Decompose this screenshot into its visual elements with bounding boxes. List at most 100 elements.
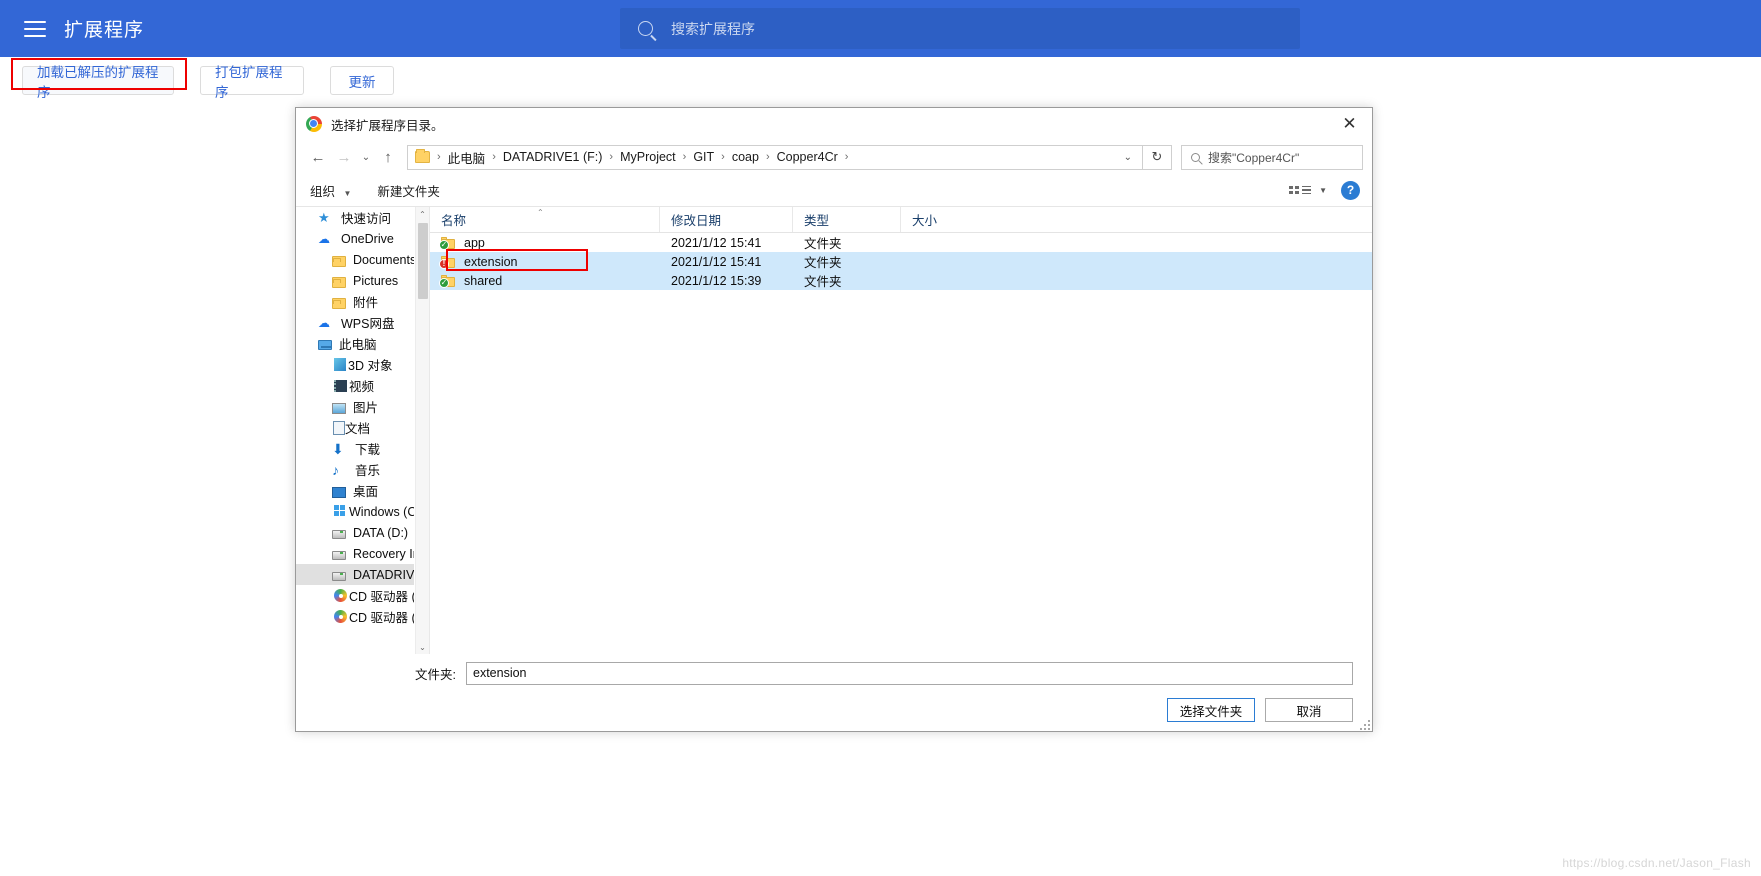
tree-item-label: WPS网盘: [341, 317, 395, 331]
tree-item-1[interactable]: ☁ OneDrive: [296, 228, 414, 249]
folder-icon: [332, 276, 346, 288]
dialog-navigation-bar: ← → ⌄ ↑ › 此电脑 › DATADRIVE1 (F:) › MyProj…: [296, 140, 1372, 174]
cd-drive-icon: [334, 589, 347, 602]
breadcrumb-separator: ›: [682, 151, 687, 163]
grid-glyph: [1289, 186, 1300, 194]
up-icon[interactable]: ↑: [375, 144, 401, 170]
table-row[interactable]: ✓ app 2021/1/12 15:41 文件夹: [430, 233, 1372, 252]
tree-item-18[interactable]: CD 驱动器 (H:): [296, 585, 414, 606]
breadcrumb-item-2[interactable]: MyProject: [620, 150, 676, 164]
breadcrumb-item-5[interactable]: Copper4Cr: [777, 150, 838, 164]
pack-extension-button[interactable]: 打包扩展程序: [200, 65, 304, 100]
tree-item-15[interactable]: DATA (D:): [296, 522, 414, 543]
tree-item-17[interactable]: DATADRIVE1 (: [296, 564, 414, 585]
breadcrumb-item-1[interactable]: DATADRIVE1 (F:): [503, 150, 603, 164]
cd-drive-icon: [334, 610, 347, 623]
tree-item-label: 附件: [353, 296, 379, 310]
dialog-search-input[interactable]: 搜索"Copper4Cr": [1181, 144, 1363, 170]
breadcrumb-item-3[interactable]: GIT: [693, 150, 714, 164]
table-row[interactable]: ✓ shared 2021/1/12 15:39 文件夹: [430, 271, 1372, 290]
tree-item-13[interactable]: 桌面: [296, 480, 414, 501]
tree-item-19[interactable]: CD 驱动器 (I:) U: [296, 606, 414, 627]
scroll-up-icon[interactable]: ⌃: [416, 207, 429, 221]
tree-item-10[interactable]: 文档: [296, 417, 414, 438]
document-icon: [333, 421, 345, 435]
folder-icon: ✓: [439, 274, 456, 288]
tree-scrollbar[interactable]: ⌃ ⌄: [415, 207, 429, 654]
table-row[interactable]: ! extension 2021/1/12 15:41 文件夹: [430, 252, 1372, 271]
cell-modified: 2021/1/12 15:41: [671, 235, 762, 250]
dialog-command-bar: 组织 ▼ 新建文件夹 ▼ ?: [296, 174, 1372, 206]
load-unpacked-button[interactable]: 加载已解压的扩展程序: [22, 65, 174, 100]
tree-item-11[interactable]: ⬇ 下载: [296, 438, 414, 459]
forward-icon[interactable]: →: [331, 144, 357, 170]
dialog-search-placeholder: 搜索"Copper4Cr": [1208, 150, 1300, 165]
breadcrumb-item-0[interactable]: 此电脑: [448, 148, 486, 167]
filename-input[interactable]: [466, 661, 1353, 685]
cell-modified: 2021/1/12 15:39: [671, 273, 762, 288]
scroll-down-icon[interactable]: ⌄: [416, 640, 429, 654]
tree-item-8[interactable]: 视频: [296, 375, 414, 396]
folder-icon: [415, 149, 430, 163]
tree-item-label: Recovery Imag: [353, 546, 414, 561]
column-header-name[interactable]: 名称 ⌃: [430, 207, 660, 232]
tree-item-9[interactable]: 图片: [296, 396, 414, 417]
tree-item-5[interactable]: ☁ WPS网盘: [296, 312, 414, 333]
column-header-type[interactable]: 类型: [793, 207, 901, 232]
history-dropdown-icon[interactable]: ⌄: [357, 144, 375, 170]
new-folder-button[interactable]: 新建文件夹: [377, 181, 440, 200]
tree-item-4[interactable]: 附件: [296, 291, 414, 312]
tree-item-3[interactable]: Pictures: [296, 270, 414, 291]
cancel-button[interactable]: 取消: [1265, 698, 1353, 722]
page-title: 扩展程序: [64, 20, 145, 41]
extensions-search-box[interactable]: 搜索扩展程序: [620, 8, 1300, 49]
extensions-header: 扩展程序 搜索扩展程序: [0, 0, 1761, 57]
tree-item-label: OneDrive: [341, 231, 394, 246]
search-icon: [638, 21, 653, 36]
update-button[interactable]: 更新: [330, 66, 394, 95]
tree-item-label: 视频: [349, 380, 375, 394]
tree-item-2[interactable]: Documents: [296, 249, 414, 270]
organize-label: 组织: [310, 184, 336, 199]
back-icon[interactable]: ←: [305, 144, 331, 170]
tree-item-label: 此电脑: [339, 338, 377, 352]
tree-item-label: 桌面: [353, 485, 379, 499]
cell-name: ✓ shared: [430, 274, 660, 288]
select-folder-button[interactable]: 选择文件夹: [1167, 698, 1255, 722]
folder-icon: ✓: [439, 236, 456, 250]
help-icon[interactable]: ?: [1341, 180, 1360, 200]
breadcrumb-item-4[interactable]: coap: [732, 150, 759, 164]
view-options-icon[interactable]: ▼: [1289, 186, 1327, 195]
cell-modified: 2021/1/12 15:41: [671, 254, 762, 269]
tree-item-6[interactable]: 此电脑: [296, 333, 414, 354]
sort-ascending-icon: ⌃: [537, 208, 544, 217]
refresh-icon[interactable]: ↻: [1143, 144, 1172, 170]
picture-icon: [332, 402, 346, 414]
breadcrumb-separator: ›: [765, 151, 770, 163]
command-bar-right: ▼ ?: [1289, 180, 1360, 200]
tree-item-0[interactable]: ★ 快速访问: [296, 207, 414, 228]
tree-item-label: CD 驱动器 (I:) U: [349, 611, 414, 625]
chrome-logo-icon: [306, 116, 322, 132]
resize-grip[interactable]: [1359, 719, 1370, 730]
breadcrumb-bar[interactable]: › 此电脑 › DATADRIVE1 (F:) › MyProject › GI…: [407, 144, 1143, 170]
scrollbar-thumb[interactable]: [418, 223, 428, 299]
close-icon[interactable]: ✕: [1327, 108, 1372, 139]
video-icon: [334, 379, 347, 392]
organize-button[interactable]: 组织 ▼: [310, 181, 351, 200]
tree-item-7[interactable]: 3D 对象: [296, 354, 414, 375]
tree-item-14[interactable]: Windows (C:): [296, 501, 414, 522]
column-header-size[interactable]: 大小: [901, 207, 975, 232]
drive-icon: [332, 530, 346, 539]
drive-icon: [332, 572, 346, 581]
file-name: shared: [464, 273, 503, 288]
music-icon: ♪: [332, 461, 339, 478]
tree-item-16[interactable]: Recovery Imag: [296, 543, 414, 564]
hamburger-icon[interactable]: [24, 20, 46, 37]
tree-item-label: Pictures: [353, 273, 399, 288]
tree-item-12[interactable]: ♪ 音乐: [296, 459, 414, 480]
chevron-down-icon[interactable]: ⌄: [1114, 152, 1142, 163]
column-header-modified[interactable]: 修改日期: [660, 207, 793, 232]
cell-name: ! extension: [430, 255, 660, 269]
tree-item-label: 快速访问: [341, 212, 392, 226]
